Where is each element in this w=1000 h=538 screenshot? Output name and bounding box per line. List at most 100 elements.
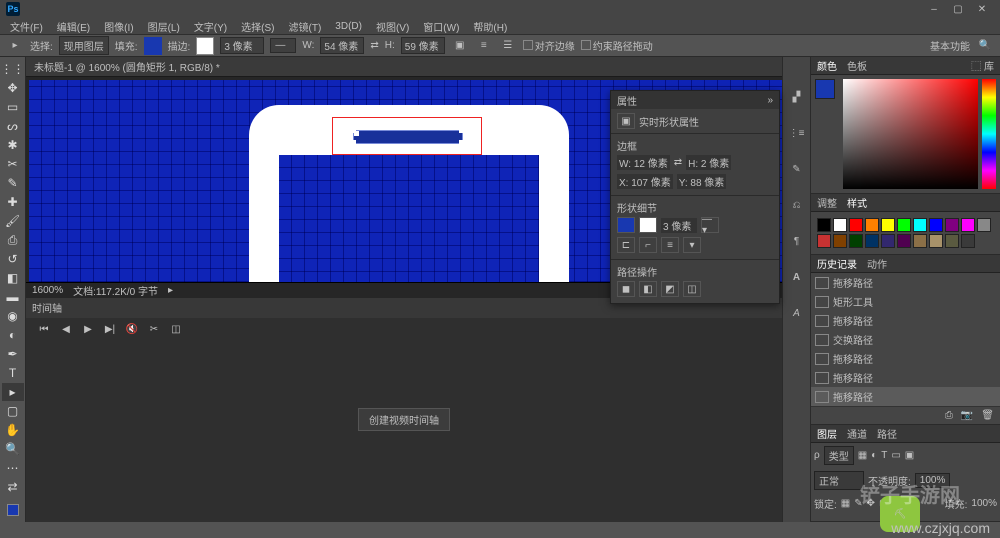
menu-view[interactable]: 视图(V): [370, 18, 415, 35]
fill-input[interactable]: 100%: [971, 498, 997, 509]
history-camera-icon[interactable]: 📷: [961, 410, 973, 421]
tab-layers[interactable]: 图层: [817, 426, 837, 441]
brush-panel-icon[interactable]: ⋮≡: [787, 123, 807, 143]
opacity-input[interactable]: 100%: [915, 473, 951, 488]
tool-crop[interactable]: ✂: [2, 155, 24, 173]
zoom-level[interactable]: 1600%: [32, 285, 63, 296]
tab-swatches[interactable]: 色板: [847, 58, 867, 73]
mask-icon[interactable]: ▣: [617, 113, 635, 129]
filter-adj-icon[interactable]: ◐: [871, 450, 877, 461]
tl-prev-icon[interactable]: ◀: [58, 322, 74, 338]
tab-adjustments[interactable]: 调整: [817, 195, 837, 210]
tl-audio-icon[interactable]: 🔇: [124, 322, 140, 338]
style-swatch[interactable]: [929, 218, 943, 232]
style-swatch[interactable]: [913, 218, 927, 232]
path-arrange-icon[interactable]: ☰: [499, 37, 517, 55]
tool-grip-icon[interactable]: ⋮⋮: [2, 60, 24, 78]
filter-pixel-icon[interactable]: ▦: [858, 450, 867, 461]
clone-source-icon[interactable]: ⎌: [787, 195, 807, 215]
tab-channels[interactable]: 通道: [847, 426, 867, 441]
tab-history[interactable]: 历史记录: [817, 256, 857, 271]
tab-color[interactable]: 颜色: [817, 58, 837, 73]
path-align-icon[interactable]: ≡: [475, 37, 493, 55]
tl-next-icon[interactable]: ▶|: [102, 322, 118, 338]
tool-zoom[interactable]: 🔍: [2, 440, 24, 458]
style-swatch[interactable]: [881, 218, 895, 232]
color-field[interactable]: [843, 79, 978, 189]
search-icon[interactable]: 🔍: [976, 37, 994, 55]
style-swatch[interactable]: [945, 218, 959, 232]
prop-x-input[interactable]: X: 107 像素: [617, 174, 673, 189]
link-wh-icon[interactable]: ⇄: [370, 40, 378, 51]
tool-type[interactable]: T: [2, 364, 24, 382]
style-swatch[interactable]: [833, 218, 847, 232]
history-item[interactable]: 拖移路径: [811, 311, 1000, 330]
color-fgbg-swatch[interactable]: [815, 79, 835, 99]
more-opts-icon[interactable]: ▾: [683, 237, 701, 253]
tl-play-icon[interactable]: ▶: [80, 322, 96, 338]
menu-edit[interactable]: 编辑(E): [51, 18, 96, 35]
menu-help[interactable]: 帮助(H): [467, 18, 513, 35]
tool-history-brush[interactable]: ↺: [2, 250, 24, 268]
style-swatch[interactable]: [865, 218, 879, 232]
tool-lasso[interactable]: ᔕ: [2, 117, 24, 135]
lock-paint-icon[interactable]: ✎: [854, 498, 862, 509]
history-delete-icon[interactable]: 🗑: [981, 410, 994, 421]
intersect-icon[interactable]: ◩: [661, 281, 679, 297]
tl-cut-icon[interactable]: ✂: [146, 322, 162, 338]
history-snapshot-icon[interactable]: ⎙: [945, 410, 953, 421]
menu-layer[interactable]: 图层(L): [142, 18, 186, 35]
tool-wand[interactable]: ✱: [2, 136, 24, 154]
menu-filter[interactable]: 滤镜(T): [283, 18, 328, 35]
style-swatch[interactable]: [945, 234, 959, 248]
history-item[interactable]: 拖移路径: [811, 273, 1000, 292]
tool-more[interactable]: ⋯: [2, 459, 24, 477]
stroke-w-input[interactable]: 3 像素: [661, 218, 697, 233]
opt-align-edges[interactable]: 对齐边缘: [523, 38, 575, 53]
tool-marquee[interactable]: ▭: [2, 98, 24, 116]
combine-icon[interactable]: ◼: [617, 281, 635, 297]
opt-fill-swatch[interactable]: [144, 37, 162, 55]
opt-h-input[interactable]: 59 像素: [401, 37, 445, 54]
align-stroke-icon[interactable]: ≡: [661, 237, 679, 253]
style-swatch[interactable]: [833, 234, 847, 248]
lib-icon[interactable]: ⬚ 库: [971, 58, 994, 73]
char-panel-icon[interactable]: A: [787, 267, 807, 287]
opt-stroke-style[interactable]: —: [270, 38, 296, 53]
history-item[interactable]: 拖移路径: [811, 387, 1000, 406]
tab-styles[interactable]: 样式: [847, 195, 867, 210]
opt-stroke-swatch[interactable]: [196, 37, 214, 55]
opt-w-input[interactable]: 54 像素: [320, 37, 364, 54]
style-swatch[interactable]: [817, 234, 831, 248]
tool-heal[interactable]: ✚: [2, 193, 24, 211]
window-maximize-button[interactable]: ▢: [946, 4, 970, 15]
menu-select[interactable]: 选择(S): [235, 18, 280, 35]
document-tab[interactable]: 未标题-1 @ 1600% (圆角矩形 1, RGB/8) *: [26, 57, 782, 77]
lock-trans-icon[interactable]: ▦: [841, 498, 850, 509]
status-chevron-icon[interactable]: ▸: [168, 285, 173, 296]
layer-kind-select[interactable]: 类型: [824, 446, 854, 465]
stroke-color-swatch[interactable]: [639, 217, 657, 233]
histogram-icon[interactable]: ▞: [787, 87, 807, 107]
history-item[interactable]: 拖移路径: [811, 368, 1000, 387]
prop-y-input[interactable]: Y: 88 像素: [677, 174, 727, 189]
tool-gradient[interactable]: ▬: [2, 288, 24, 306]
stroke-type-select[interactable]: — ▾: [701, 217, 719, 233]
fg-bg-swatch[interactable]: [2, 501, 24, 519]
tl-first-icon[interactable]: ⏮: [36, 322, 52, 338]
history-item[interactable]: 交换路径: [811, 330, 1000, 349]
hue-slider[interactable]: [982, 79, 996, 189]
link-icon[interactable]: ⇄: [674, 157, 682, 168]
tool-path-select[interactable]: ▸: [2, 383, 24, 401]
history-item[interactable]: 矩形工具: [811, 292, 1000, 311]
menu-window[interactable]: 窗口(W): [417, 18, 465, 35]
style-swatch[interactable]: [865, 234, 879, 248]
prop-h-input[interactable]: H: 2 像素: [686, 155, 731, 170]
opt-select-dropdown[interactable]: 现用图层: [59, 36, 109, 55]
panel-collapse-icon[interactable]: »: [767, 95, 773, 106]
menu-image[interactable]: 图像(I): [98, 18, 139, 35]
window-close-button[interactable]: ✕: [970, 4, 994, 15]
menu-3d[interactable]: 3D(D): [329, 20, 368, 33]
style-swatch[interactable]: [817, 218, 831, 232]
prop-w-input[interactable]: W: 12 像素: [617, 155, 670, 170]
